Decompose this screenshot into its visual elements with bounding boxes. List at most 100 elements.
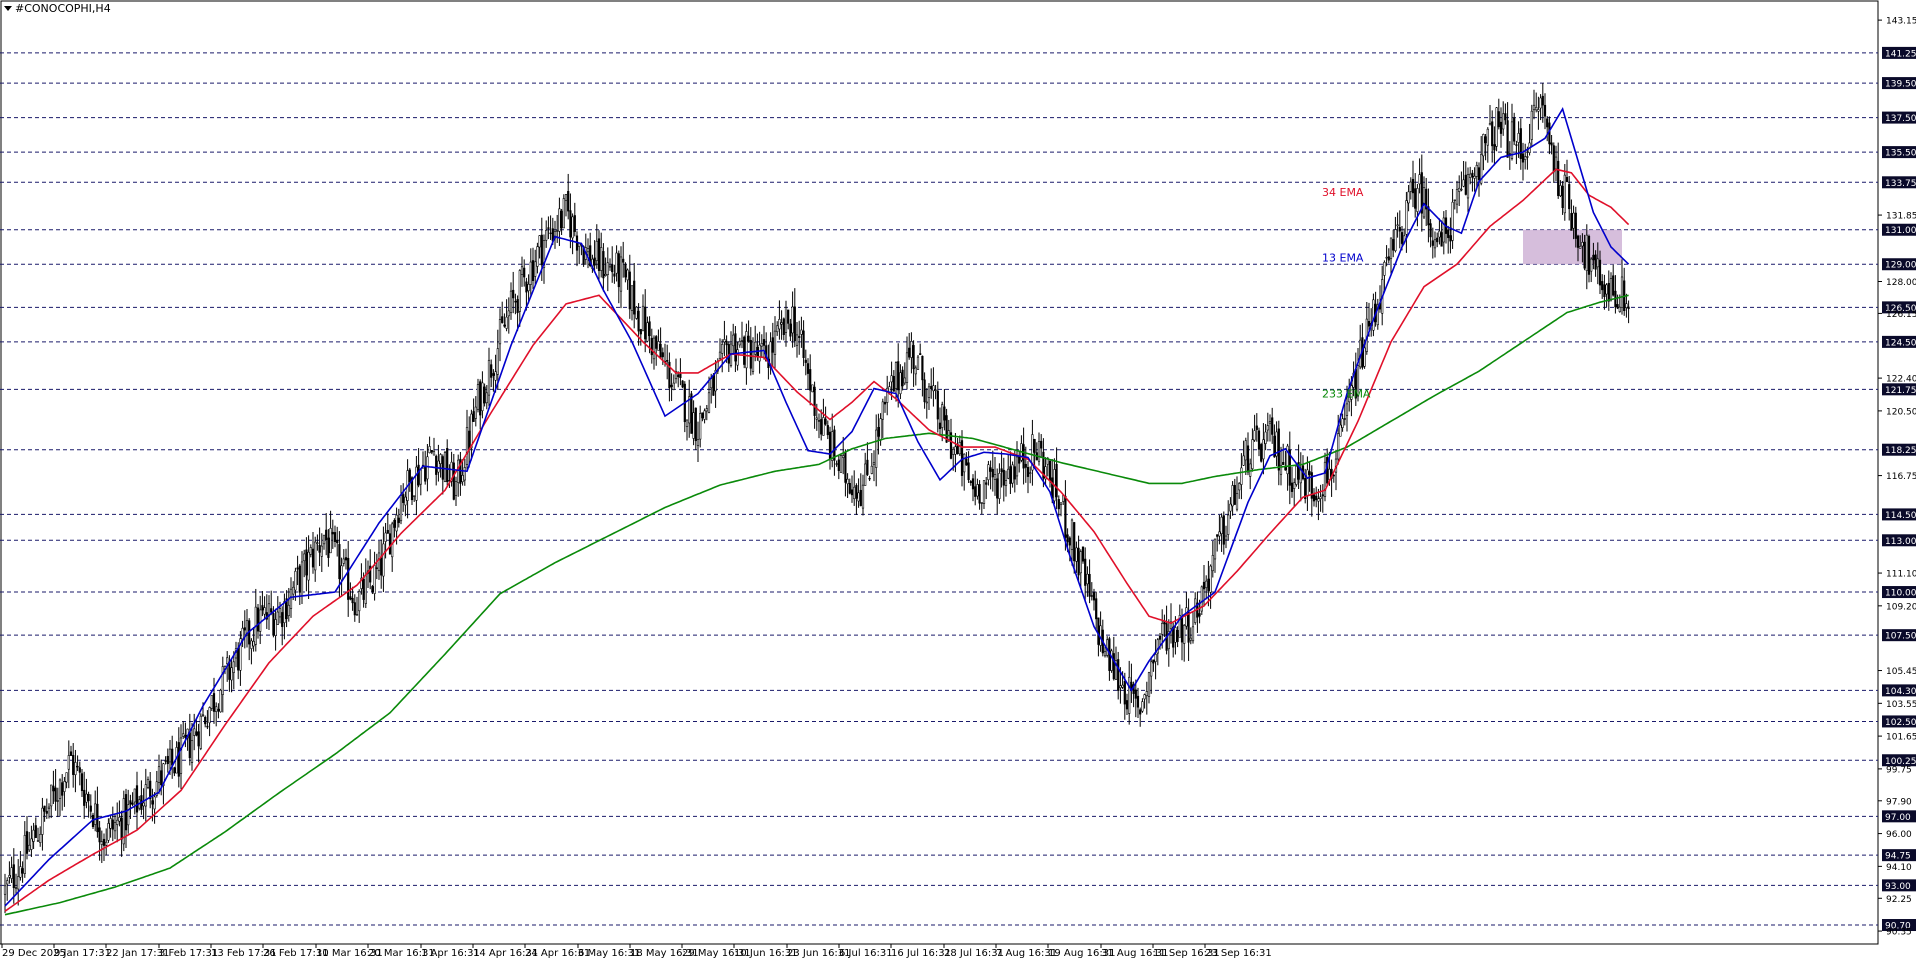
candle-body — [672, 382, 675, 390]
candle-body — [1220, 516, 1223, 535]
candle-body — [1625, 303, 1628, 308]
candle-body — [261, 605, 264, 611]
candle-body — [118, 816, 121, 822]
candle-body — [903, 377, 906, 384]
candle-body — [1227, 514, 1230, 535]
candle-body — [1216, 534, 1219, 537]
candle-body — [602, 251, 605, 279]
candle-body — [509, 290, 513, 314]
candle-body — [749, 339, 752, 369]
candle-body — [1066, 534, 1069, 543]
candle-body — [1117, 659, 1120, 691]
candle-body — [901, 369, 904, 387]
candle-body — [173, 767, 176, 774]
candle-body — [534, 261, 537, 277]
candle-body — [1596, 258, 1599, 268]
candle-layer — [3, 83, 1630, 914]
candle-body — [1585, 234, 1588, 271]
candle-body — [124, 794, 128, 831]
candle-body — [956, 444, 959, 455]
candle-body — [806, 363, 810, 374]
candle-body — [861, 484, 865, 509]
candle-body — [47, 806, 51, 809]
candle-body — [1205, 580, 1208, 588]
candle-body — [692, 412, 695, 439]
y-tick-label: 92.25 — [1886, 895, 1912, 905]
candle-body — [1460, 188, 1463, 191]
candle-body — [976, 484, 979, 497]
candle-body — [474, 406, 477, 419]
candle-body — [270, 608, 273, 613]
candle-body — [685, 419, 689, 427]
candle-body — [375, 567, 378, 569]
candle-body — [1504, 113, 1507, 121]
candle-body — [294, 570, 297, 591]
candle-body — [1473, 175, 1476, 179]
candle-body — [1187, 611, 1190, 643]
candle-body — [831, 431, 834, 461]
candle-body — [1455, 189, 1459, 205]
candle-body — [1363, 347, 1366, 367]
candle-body — [417, 464, 420, 486]
candle-body — [1090, 595, 1093, 597]
candle-body — [1097, 617, 1100, 645]
candle-body — [833, 429, 836, 461]
candle-body — [1055, 463, 1058, 498]
candle-body — [536, 246, 539, 267]
y-tick-label: 126.15 — [1886, 310, 1916, 320]
candle-body — [787, 309, 790, 324]
candle-body — [452, 462, 455, 500]
candle-body — [144, 784, 147, 807]
x-tick-label: 1 Apr 16:31 — [421, 948, 480, 959]
price-chart[interactable]: 34 EMA 13 EMA 233 EMA 141.25 139.50 137.50 13… — [0, 0, 1916, 963]
candle-body — [648, 321, 651, 337]
candle-body — [1233, 484, 1236, 505]
candle-body — [516, 299, 519, 314]
candle-body — [930, 385, 933, 390]
candle-body — [1150, 661, 1153, 677]
candle-body — [595, 240, 598, 261]
candle-body — [221, 666, 224, 695]
candle-body — [6, 880, 9, 885]
candle-body — [314, 541, 317, 571]
candle-body — [655, 336, 658, 349]
candle-body — [734, 333, 737, 362]
candle-body — [1601, 281, 1604, 291]
level-label: 97.00 — [1885, 813, 1911, 823]
x-tick-label: 3 Feb 17:31 — [159, 948, 218, 959]
level-label: 104.30 — [1885, 687, 1916, 697]
candle-body — [19, 866, 22, 878]
candle-body — [487, 359, 491, 396]
candle-body — [1112, 653, 1115, 680]
candle-body — [980, 502, 983, 504]
candle-body — [342, 558, 345, 564]
candle-body — [344, 557, 348, 561]
candle-body — [494, 371, 497, 381]
candle-body — [1264, 431, 1267, 444]
candle-body — [28, 844, 31, 851]
candle-body — [899, 372, 902, 395]
candle-body — [1189, 637, 1192, 641]
candle-body — [157, 766, 161, 783]
candle-body — [864, 463, 867, 486]
candle-body — [1123, 680, 1126, 705]
candle-body — [10, 867, 13, 879]
candle-body — [41, 807, 44, 835]
candle-body — [386, 529, 389, 534]
plot-area-border — [0, 0, 1879, 945]
candle-body — [558, 208, 561, 232]
candle-body — [199, 715, 202, 749]
candle-body — [914, 367, 917, 375]
candle-body — [963, 453, 966, 473]
y-tick-label: 128.00 — [1886, 278, 1916, 288]
candle-body — [1431, 240, 1434, 246]
candle-body — [1579, 246, 1582, 249]
candle-body — [1141, 701, 1144, 712]
candle-body — [1526, 156, 1529, 158]
candle-body — [597, 238, 601, 271]
candle-body — [1519, 128, 1522, 159]
candle-body — [380, 557, 383, 576]
candle-body — [958, 442, 961, 455]
candle-body — [1255, 425, 1258, 430]
candle-body — [226, 657, 229, 664]
